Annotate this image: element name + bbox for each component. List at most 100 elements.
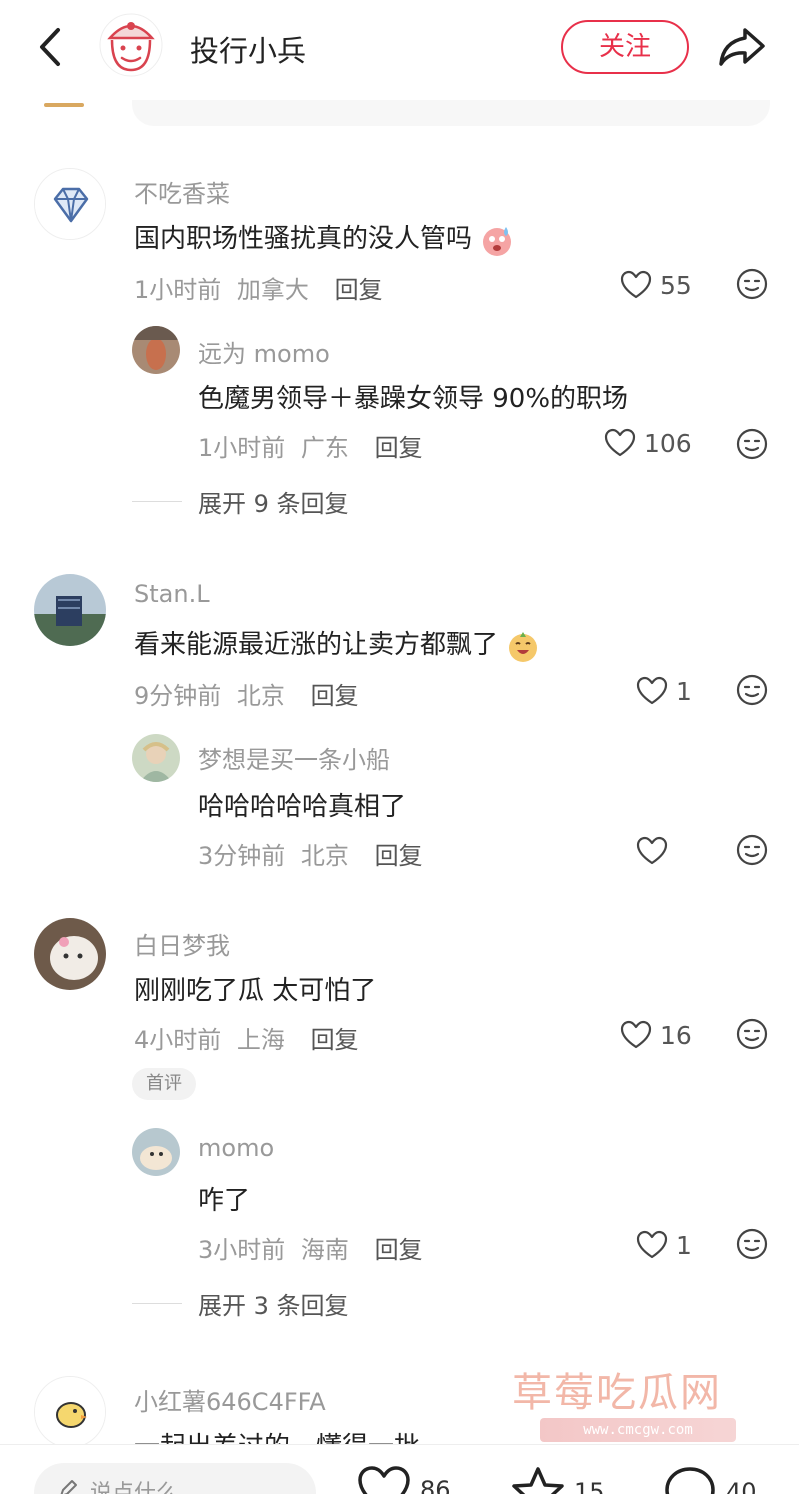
site-watermark: 草莓吃瓜网 www.cmcgw.com: [512, 1360, 752, 1448]
comment-meta: 1小时前 加拿大 回复: [134, 270, 383, 305]
reply-username[interactable]: 远为 momo: [198, 334, 330, 369]
reply-location: 北京: [300, 842, 349, 870]
expand-replies-button[interactable]: 展开 3 条回复: [132, 1286, 349, 1321]
avatar[interactable]: [34, 1376, 106, 1448]
reply-text[interactable]: 哈哈哈哈哈真相了: [198, 786, 406, 823]
heart-icon: [636, 676, 668, 705]
comment-text[interactable]: 国内职场性骚扰真的没人管吗: [134, 218, 514, 257]
grinning-face-emoji-icon: [506, 629, 540, 663]
emoji-reaction-icon[interactable]: [736, 1018, 768, 1050]
like-button[interactable]: 16: [620, 1018, 692, 1052]
watermark-url: www.cmcgw.com: [540, 1418, 736, 1442]
heart-icon: [604, 428, 636, 457]
comment-location: 北京: [236, 682, 285, 710]
collect-count: 15: [574, 1478, 605, 1494]
reply-meta: 1小时前 广东 回复: [198, 428, 423, 463]
first-comment-badge: 首评: [132, 1068, 196, 1100]
avatar[interactable]: [132, 326, 180, 374]
emoji-reaction-icon[interactable]: [736, 834, 768, 866]
star-icon: [512, 1467, 564, 1494]
like-count: 16: [660, 1020, 692, 1050]
reply-location: 海南: [300, 1236, 349, 1264]
heart-icon: [358, 1466, 410, 1494]
like-button[interactable]: 55: [620, 268, 692, 302]
share-icon[interactable]: [717, 24, 767, 70]
back-icon[interactable]: [30, 24, 70, 70]
comment-bubble-icon: [665, 1467, 715, 1494]
expand-replies-label: 展开 9 条回复: [198, 490, 349, 518]
reply-button[interactable]: 回复: [311, 1026, 359, 1054]
previous-content-edge: [44, 103, 84, 107]
expand-replies-label: 展开 3 条回复: [198, 1292, 349, 1320]
reply-button[interactable]: 回复: [375, 842, 423, 870]
comment-text[interactable]: 刚刚吃了瓜 太可怕了: [134, 970, 376, 1007]
reply-button[interactable]: 回复: [375, 1236, 423, 1264]
reply-time: 3分钟前: [198, 842, 286, 870]
author-name[interactable]: 投行小兵: [190, 28, 306, 70]
heart-icon: [636, 1230, 668, 1259]
top-navigation-bar: 投行小兵 关注: [0, 0, 799, 100]
like-count: 1: [676, 1230, 692, 1260]
post-like-button[interactable]: 86: [356, 1465, 451, 1494]
avatar[interactable]: [132, 734, 180, 782]
comment-username[interactable]: 小红薯646C4FFA: [134, 1382, 326, 1417]
reply-meta: 3分钟前 北京 回复: [198, 836, 423, 871]
comment-text-content: 国内职场性骚扰真的没人管吗: [134, 224, 473, 254]
collect-button[interactable]: 15: [510, 1465, 605, 1494]
reply-time: 3小时前: [198, 1236, 286, 1264]
comment-count-button[interactable]: 40: [662, 1465, 757, 1494]
like-count: 106: [644, 428, 692, 458]
like-count: 1: [676, 676, 692, 706]
heart-icon: [620, 270, 652, 299]
reply-button[interactable]: 回复: [335, 276, 383, 304]
comment-text[interactable]: 看来能源最近涨的让卖方都飘了: [134, 624, 540, 663]
heart-icon: [636, 836, 668, 865]
emoji-reaction-icon[interactable]: [736, 428, 768, 460]
comment-location: 上海: [236, 1026, 285, 1054]
emoji-reaction-icon[interactable]: [736, 268, 768, 300]
reply-time: 1小时前: [198, 434, 286, 462]
avatar[interactable]: [34, 918, 106, 990]
comment-time: 4小时前: [134, 1026, 222, 1054]
comment-meta: 9分钟前 北京 回复: [134, 676, 359, 711]
reply-username[interactable]: momo: [198, 1134, 274, 1162]
emoji-reaction-icon[interactable]: [736, 1228, 768, 1260]
comment-time: 9分钟前: [134, 682, 222, 710]
comment-time: 1小时前: [134, 276, 222, 304]
like-button[interactable]: 1: [636, 674, 692, 708]
author-avatar[interactable]: [98, 12, 164, 78]
reply-button[interactable]: 回复: [375, 434, 423, 462]
like-button[interactable]: 106: [604, 426, 692, 460]
reply-text[interactable]: 咋了: [198, 1180, 250, 1217]
divider-line: [132, 1303, 182, 1304]
reply-button[interactable]: 回复: [311, 682, 359, 710]
bottom-action-bar: 说点什么... 86 15 40: [0, 1444, 799, 1494]
follow-button[interactable]: 关注: [561, 20, 689, 74]
reply-meta: 3小时前 海南 回复: [198, 1230, 423, 1265]
post-like-count: 86: [420, 1476, 451, 1494]
comment-username[interactable]: 白日梦我: [134, 926, 230, 961]
like-count: 55: [660, 270, 692, 300]
like-button[interactable]: 1: [636, 1228, 692, 1262]
comment-username[interactable]: Stan.L: [134, 580, 210, 608]
pen-icon: [58, 1479, 78, 1494]
comment-count: 40: [726, 1478, 757, 1494]
avatar[interactable]: [34, 574, 106, 646]
like-button[interactable]: [636, 834, 676, 868]
reply-text[interactable]: 色魔男领导＋暴躁女领导 90%的职场: [198, 378, 628, 415]
reply-location: 广东: [300, 434, 349, 462]
comment-location: 加拿大: [236, 276, 309, 304]
divider-line: [132, 501, 182, 502]
avatar[interactable]: [34, 168, 106, 240]
reply-username[interactable]: 梦想是买一条小船: [198, 740, 390, 775]
shocked-face-emoji-icon: [480, 223, 514, 257]
comment-username[interactable]: 不吃香菜: [134, 174, 230, 209]
comment-text-content: 看来能源最近涨的让卖方都飘了: [134, 630, 499, 660]
avatar[interactable]: [132, 1128, 180, 1176]
emoji-reaction-icon[interactable]: [736, 674, 768, 706]
comment-input[interactable]: 说点什么...: [34, 1463, 316, 1494]
expand-replies-button[interactable]: 展开 9 条回复: [132, 484, 349, 519]
watermark-title: 草莓吃瓜网: [512, 1370, 722, 1416]
comment-input-placeholder: 说点什么...: [90, 1481, 199, 1494]
heart-icon: [620, 1020, 652, 1049]
